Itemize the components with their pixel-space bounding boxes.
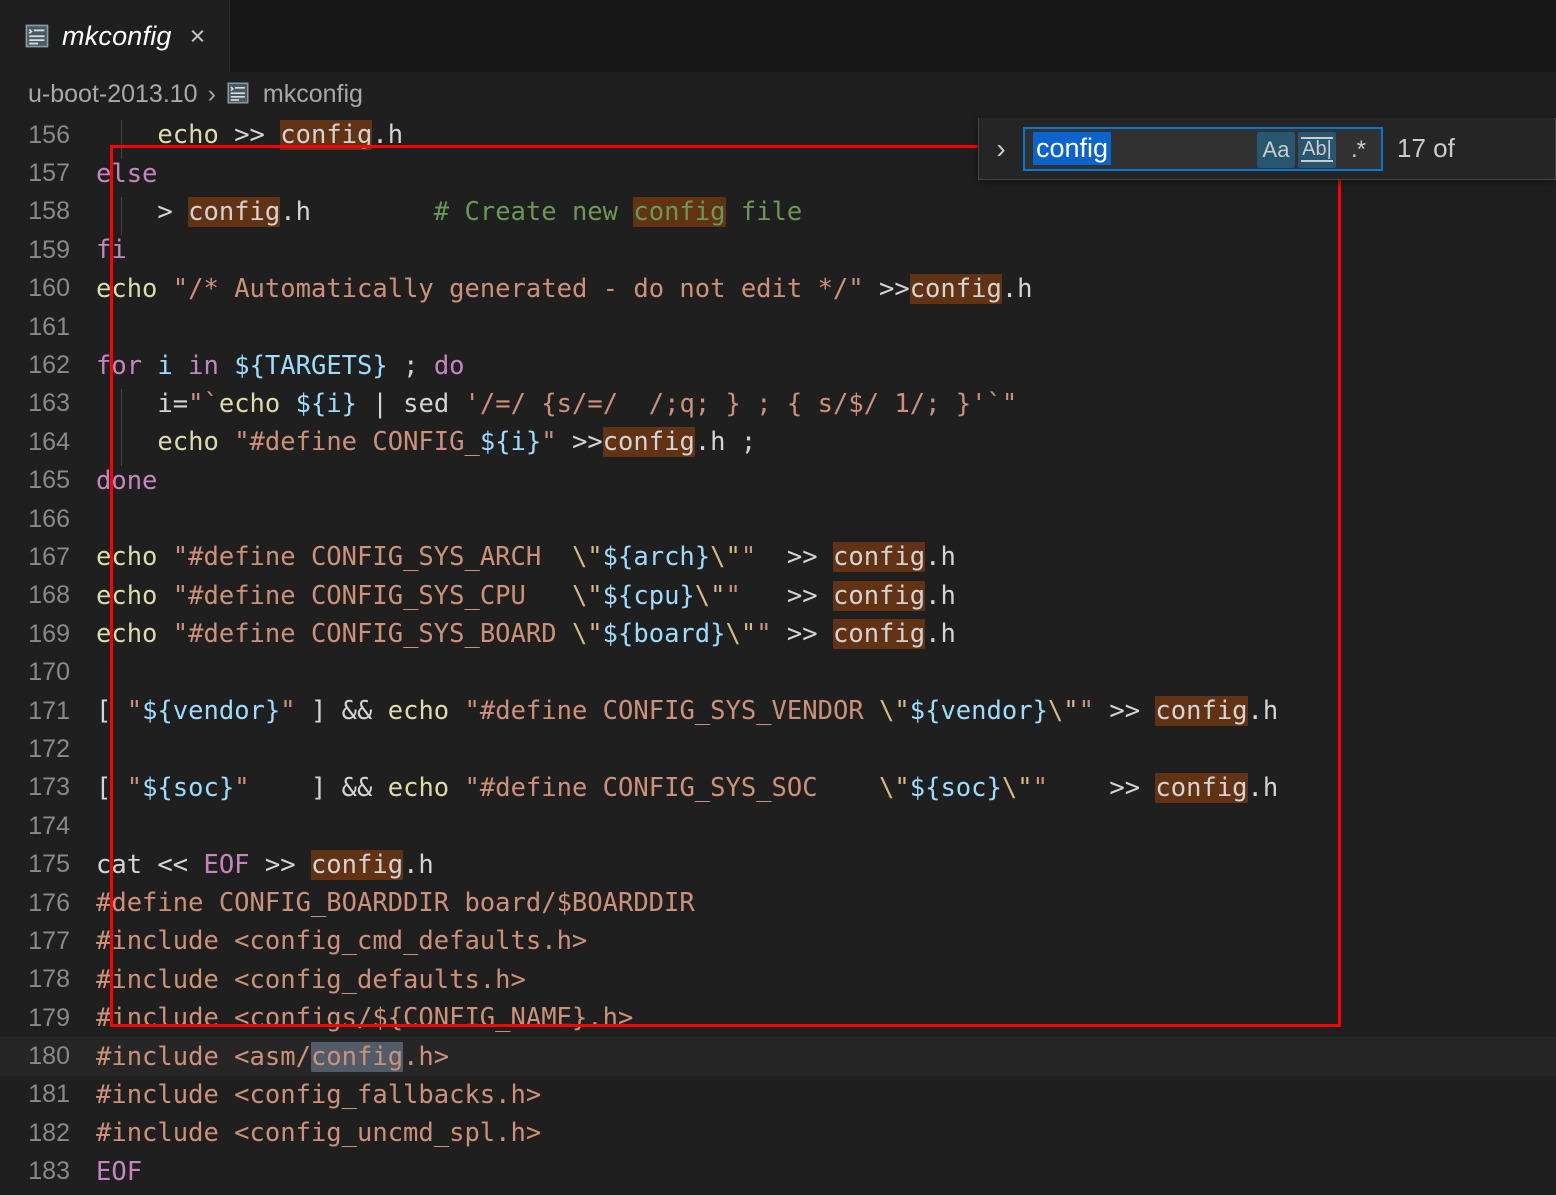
breadcrumb-file[interactable]: mkconfig: [226, 80, 363, 109]
line-number: 166: [28, 504, 70, 533]
line-number: 169: [28, 619, 70, 648]
code-line[interactable]: 177 #include <config_cmd_defaults.h>: [0, 922, 1556, 960]
breadcrumb-file-label: mkconfig: [262, 79, 363, 108]
line-content: > config.h # Create new config file: [96, 196, 1556, 236]
code-line[interactable]: 170: [0, 653, 1556, 691]
line-content: for i in ${TARGETS} ; do: [96, 350, 465, 381]
line-number: 171: [28, 696, 70, 725]
line-content: cat << EOF >> config.h: [96, 849, 434, 880]
code-line[interactable]: 175 cat << EOF >> config.h: [0, 845, 1556, 883]
line-number: 165: [28, 466, 70, 495]
breadcrumb-folder[interactable]: u-boot-2013.10: [28, 80, 198, 109]
code-line[interactable]: 182 #include <config_uncmd_spl.h>: [0, 1114, 1556, 1152]
line-content: echo "/* Automatically generated - do no…: [96, 273, 1033, 304]
line-content: #include <config_uncmd_spl.h>: [96, 1118, 542, 1149]
code-line[interactable]: 163 i="`echo ${i} | sed '/=/ {s/=/ /;q; …: [0, 385, 1556, 428]
line-number: 175: [28, 850, 70, 879]
line-content: #include <config_defaults.h>: [96, 964, 526, 995]
code-line[interactable]: 164 echo "#define CONFIG_${i}" >>config.…: [0, 423, 1556, 466]
vscode-editor-window: mkconfig × u-boot-2013.10 › mkconfig 156…: [0, 0, 1556, 1195]
breadcrumb: u-boot-2013.10 › mkconfig: [0, 72, 1556, 116]
code-line[interactable]: 184: [0, 1191, 1556, 1195]
code-line[interactable]: 160 echo "/* Automatically generated - d…: [0, 270, 1556, 308]
code-line[interactable]: 179 #include <configs/${CONFIG_NAME}.h>: [0, 999, 1556, 1037]
script-file-icon: [226, 81, 252, 107]
line-number: 170: [28, 658, 70, 687]
code-line[interactable]: 173 [ "${soc}" ] && echo "#define CONFIG…: [0, 769, 1556, 807]
chevron-right-icon[interactable]: ›: [979, 118, 1023, 180]
line-content: #include <config_fallbacks.h>: [96, 1079, 542, 1110]
line-number: 174: [28, 811, 70, 840]
chevron-right-icon: ›: [207, 79, 216, 108]
whole-word-toggle[interactable]: Ab|: [1298, 131, 1336, 168]
code-lines: 156 echo >> config.h 157 else 158 > conf…: [0, 116, 1556, 1195]
code-line[interactable]: 158 > config.h # Create new config file: [0, 193, 1556, 236]
line-number: 173: [28, 773, 70, 802]
line-number: 163: [28, 389, 70, 418]
code-line-current[interactable]: 180 #include <asm/config.h>: [0, 1037, 1556, 1076]
line-content: fi: [96, 235, 127, 266]
line-content: echo "#define CONFIG_SYS_ARCH \"${arch}\…: [96, 542, 956, 573]
tab-bar: mkconfig ×: [0, 0, 1556, 72]
line-content: #define CONFIG_BOARDDIR board/$BOARDDIR: [96, 888, 695, 918]
code-line[interactable]: 166: [0, 500, 1556, 538]
line-number: 183: [28, 1157, 70, 1186]
tab-mkconfig[interactable]: mkconfig ×: [0, 0, 231, 72]
line-content: done: [96, 465, 158, 496]
code-line[interactable]: 159 fi: [0, 231, 1556, 269]
code-line[interactable]: 183 EOF: [0, 1153, 1556, 1191]
find-input[interactable]: config Aa Ab| .*: [1023, 126, 1383, 171]
line-number: 179: [28, 1003, 70, 1032]
line-number: 181: [28, 1080, 70, 1109]
tab-label: mkconfig: [62, 20, 172, 51]
code-line[interactable]: 176 #define CONFIG_BOARDDIR board/$BOARD…: [0, 884, 1556, 922]
code-line[interactable]: 161: [0, 308, 1556, 346]
script-file-icon: [24, 23, 50, 49]
code-line[interactable]: 165 done: [0, 462, 1556, 500]
line-content: echo "#define CONFIG_SYS_BOARD \"${board…: [96, 619, 956, 650]
code-line[interactable]: 171 [ "${vendor}" ] && echo "#define CON…: [0, 692, 1556, 730]
code-line[interactable]: 174: [0, 807, 1556, 845]
line-number: 176: [28, 888, 70, 917]
code-line[interactable]: 172: [0, 730, 1556, 768]
line-content: echo "#define CONFIG_${i}" >>config.h ;: [96, 427, 1556, 466]
line-content: EOF: [96, 1156, 143, 1187]
code-line[interactable]: 178 #include <config_defaults.h>: [0, 961, 1556, 999]
find-result-count: 17 of: [1397, 133, 1455, 163]
line-content: #include <asm/config.h>: [96, 1041, 450, 1072]
match-case-toggle[interactable]: Aa: [1257, 131, 1295, 168]
find-option-buttons: Aa Ab| .*: [1257, 131, 1377, 168]
line-number: 156: [28, 120, 70, 149]
line-number: 160: [28, 274, 70, 303]
line-number: 161: [28, 312, 70, 341]
line-number: 157: [28, 159, 70, 188]
code-line[interactable]: 169 echo "#define CONFIG_SYS_BOARD \"${b…: [0, 615, 1556, 653]
find-widget[interactable]: › config Aa Ab| .* 17 of: [978, 118, 1556, 180]
line-number: 182: [28, 1118, 70, 1147]
line-number: 180: [28, 1042, 70, 1071]
code-editor[interactable]: 156 echo >> config.h 157 else 158 > conf…: [0, 116, 1556, 1195]
line-content: echo "#define CONFIG_SYS_CPU \"${cpu}\""…: [96, 580, 956, 611]
line-number: 158: [28, 197, 70, 226]
code-line[interactable]: 168 echo "#define CONFIG_SYS_CPU \"${cpu…: [0, 577, 1556, 615]
line-number: 159: [28, 235, 70, 264]
line-number: 178: [28, 965, 70, 994]
close-icon[interactable]: ×: [184, 22, 212, 50]
line-number: 177: [28, 926, 70, 955]
line-content: [ "${soc}" ] && echo "#define CONFIG_SYS…: [96, 772, 1279, 803]
line-content: #include <configs/${CONFIG_NAME}.h>: [96, 1003, 634, 1034]
line-number: 168: [28, 581, 70, 610]
find-input-value: config: [1033, 132, 1112, 165]
line-content: #include <config_cmd_defaults.h>: [96, 926, 588, 957]
code-line[interactable]: 167 echo "#define CONFIG_SYS_ARCH \"${ar…: [0, 538, 1556, 576]
line-number: 164: [28, 427, 70, 456]
line-content: [ "${vendor}" ] && echo "#define CONFIG_…: [96, 696, 1279, 727]
regex-toggle[interactable]: .*: [1339, 132, 1377, 168]
line-number: 162: [28, 351, 70, 380]
line-number: 172: [28, 734, 70, 763]
code-line[interactable]: 162 for i in ${TARGETS} ; do: [0, 346, 1556, 384]
line-content: i="`echo ${i} | sed '/=/ {s/=/ /;q; } ; …: [96, 388, 1556, 428]
line-number: 167: [28, 542, 70, 571]
code-line[interactable]: 181 #include <config_fallbacks.h>: [0, 1076, 1556, 1114]
